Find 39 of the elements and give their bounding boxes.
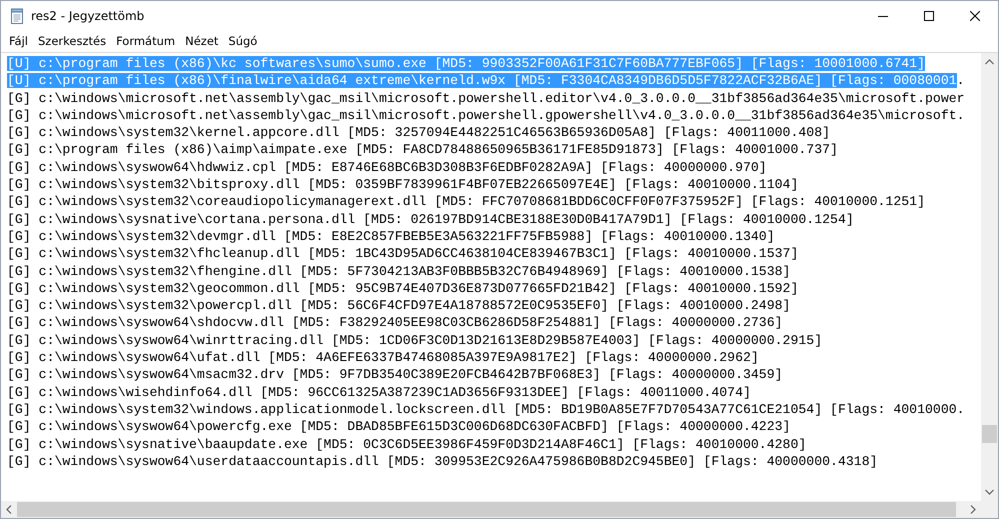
text-line: [G] c:\windows\system32\powercpl.dll [MD5: 56C6F4CFD97E4A18788572E0C9535EF0] [Flags: 40010000.2498] xyxy=(7,297,790,314)
text-line: [G] c:\windows\system32\windows.applicationmodel.lockscreen.dll [MD5: BD19B0A85E7F7D70543A77C61CE21054] [Flags: 40010000. xyxy=(7,400,965,418)
scroll-down-icon[interactable] xyxy=(985,489,994,495)
text-line: [G] c:\program files (x86)\aimp\aimpate.exe [MD5: FA8CD78488650965B36171FE85D91873] [Flags: 40001000.737] xyxy=(7,141,838,159)
horizontal-scrollbar[interactable] xyxy=(1,501,981,518)
maximize-icon xyxy=(924,11,934,21)
text-line: [G] c:\windows\system32\bitsproxy.dll [MD5: 0359BF7839961F4BF07EB22665097E4E] [Flags: 40010000.1104] xyxy=(7,176,798,194)
text-line: [G] c:\windows\syswow64\winrttracing.dll [MD5: 1CD06F3C0D13D21613E8D29B587E4003] [Flags: 40000000.2915] xyxy=(7,332,822,350)
text-line: [G] c:\windows\system32\devmgr.dll [MD5: E8E2C857FBEB5E3A563221FF75FB5988] [Flags: 40010000.1340] xyxy=(7,228,775,246)
text-line: [G] c:\windows\sysnative\baaupdate.exe [MD5: 0C3C6D5EE3986F459F0D3D214A8F46C1] [Flags: 40010000.4280] xyxy=(7,436,806,453)
text-line: [G] c:\windows\system32\fhengine.dll [MD5: 5F7304213AB3F0BBB5B32C76B4948969] [Flags: 40010000.1538] xyxy=(7,262,790,280)
text-line: [G] c:\windows\wisehdinfo64.dll [MD5: 96CC61325A387239C1AD3656F9313DEE] [Flags: 40011000.4074] xyxy=(7,384,751,401)
text-line: [G] c:\windows\sysnative\cortana.persona.dll [MD5: 026197BD914CBE3188E30D0B417A79D1] [Flags: 40010000.1254] xyxy=(7,210,854,228)
text-line: [G] c:\windows\syswow64\msacm32.drv [MD5: 9F7DB3540C389E20FCB4642B7BF068E3] [Flags: 40000000.3459] xyxy=(7,366,783,384)
notepad-icon xyxy=(9,8,25,24)
scroll-left-icon[interactable] xyxy=(6,505,12,514)
menu-item[interactable]: Súgó xyxy=(223,34,262,48)
text-line: [G] c:\windows\syswow64\hdwwiz.cpl [MD5: E8746E68BC6B3D308B3F6EDBF0282A9A] [Flags: 40000000.970] xyxy=(7,158,767,176)
menu-item[interactable]: Nézet xyxy=(180,34,224,48)
text-line: [G] c:\windows\system32\fhcleanup.dll [MD5: 1BC43D95AD6CC4638104CE839467B3C1] [Flags: 40010000.1537] xyxy=(7,245,798,263)
menu-item[interactable]: Formátum xyxy=(111,34,180,48)
menu-item[interactable]: Fájl xyxy=(4,34,33,48)
scroll-up-icon[interactable] xyxy=(985,59,994,65)
text-line: [G] c:\windows\microsoft.net\assembly\gac_msil\microsoft.powershell.gpowershell\v4.0_3.0.0.0__31bf3856ad364e35\microsoft. xyxy=(7,106,965,124)
scroll-thumb[interactable] xyxy=(17,502,956,517)
close-icon xyxy=(970,11,980,21)
text-line: [G] c:\windows\syswow64\shdocvw.dll [MD5: F38292405EE98C03CB6286D58F254881] [Flags: 40000000.2736] xyxy=(7,314,783,332)
text-line: [G] c:\windows\system32\geocommon.dll [MD5: 95C9B74E407D36E873D077665FD21B42] [Flags: 40010000.1592] xyxy=(7,280,798,298)
window-title: res2 - Jegyzettömb xyxy=(31,9,144,23)
scroll-thumb[interactable] xyxy=(982,425,997,443)
text-line: [G] c:\windows\system32\kernel.appcore.dll [MD5: 3257094E4482251C46563B65936D05A8] [Flags: 40011000.408] xyxy=(7,124,830,142)
text-line: [G] c:\windows\syswow64\ufat.dll [MD5: 4A6EFE6337B47468085A397E9A9817E2] [Flags: 40000000.2962] xyxy=(7,349,759,366)
text-line: [G] c:\windows\syswow64\userdataaccountapis.dll [MD5: 309953E2C926A475986B0B8D2C945BE0] [Flags: 40000000.4318] xyxy=(7,452,878,470)
vertical-scrollbar[interactable] xyxy=(981,53,998,501)
text-line: [G] c:\windows\system32\coreaudiopolicymanagerext.dll [MD5: FFC70708681BDD6C0CFF0F07F375952F] [Flags: 40010000.1251] xyxy=(7,193,925,211)
text-line: [G] c:\windows\microsoft.net\assembly\gac_msil\microsoft.powershell.editor\v4.0_3.0.0.0__31bf3856ad364e35\microsoft.power xyxy=(7,90,965,107)
text-line: [G] c:\windows\syswow64\powercfg.exe [MD5: DBAD85BFE615D3C006D68DC630FACBFD] [Flags: 40000000.4223] xyxy=(7,418,790,436)
scroll-right-icon[interactable] xyxy=(970,505,976,514)
menu-item[interactable]: Szerkesztés xyxy=(33,34,112,48)
